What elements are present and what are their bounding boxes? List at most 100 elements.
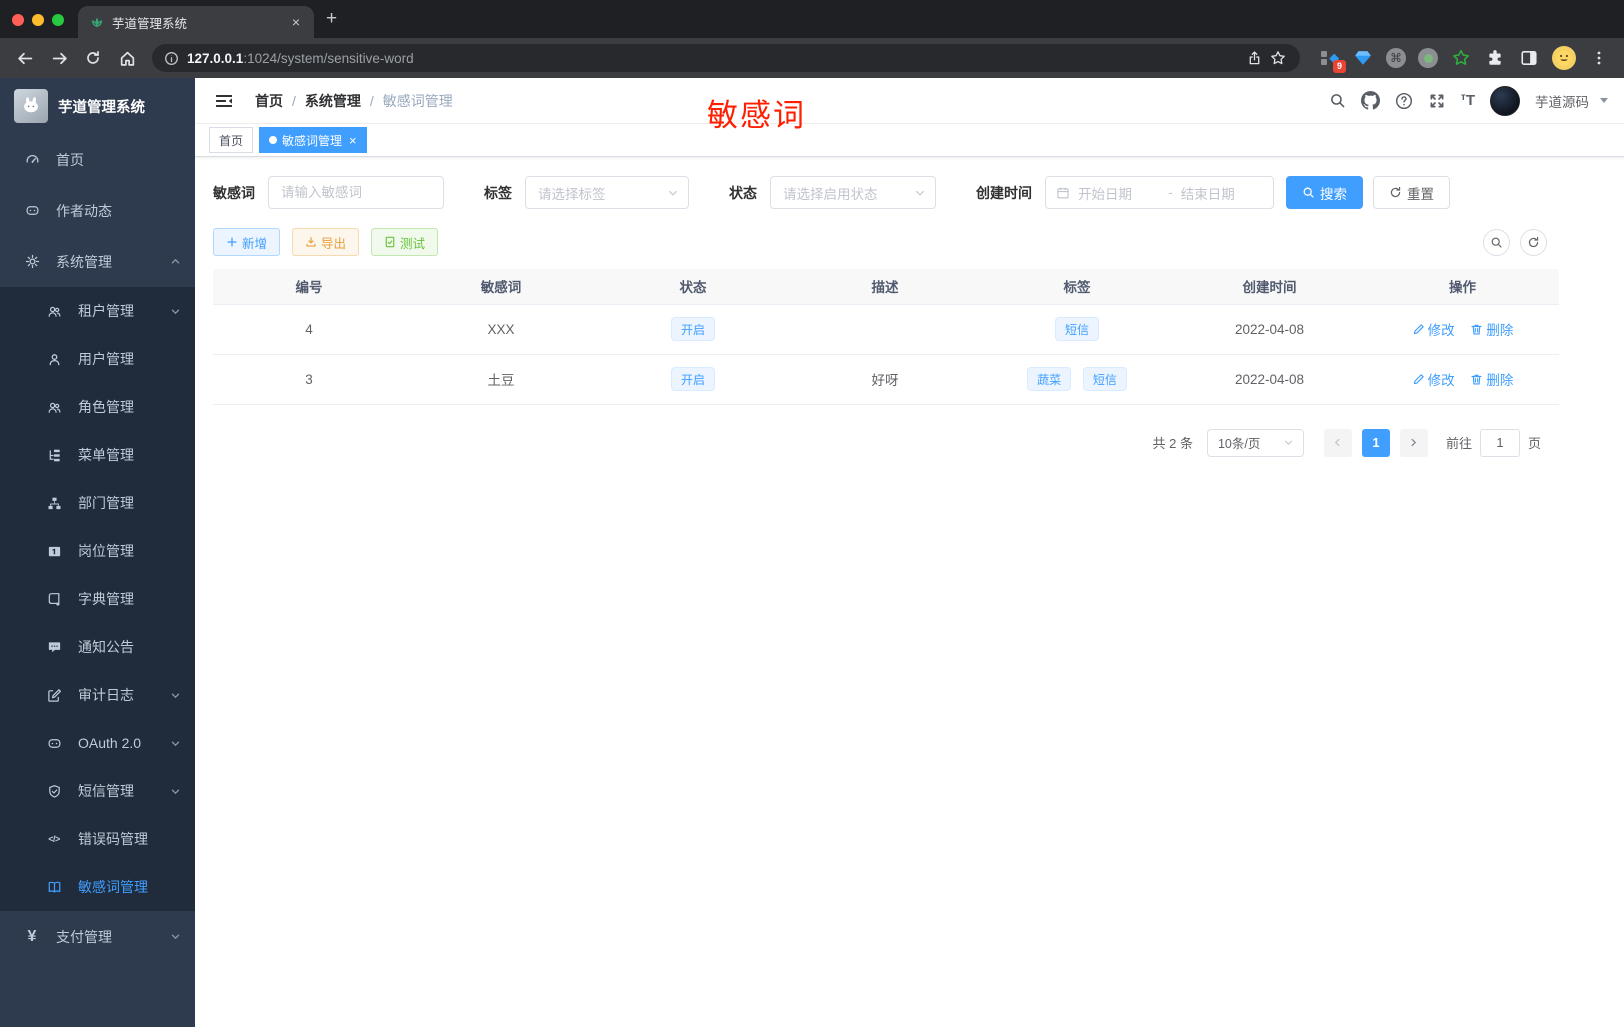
tag-sensitive-word[interactable]: 敏感词管理 × [259,127,367,153]
sidebar-item-audit-log[interactable]: 审计日志 [0,671,195,719]
sidebar-item-label: 用户管理 [78,351,134,367]
command-extension-icon[interactable]: ⌘ [1386,48,1406,68]
sidebar-item-menu[interactable]: 菜单管理 [0,431,195,479]
page-content: 敏感词 标签 请选择标签 状态 请选择启用状态 [195,157,1559,457]
goto-page-input[interactable] [1479,428,1520,457]
bookmark-star-icon[interactable] [1266,46,1290,70]
sidebar-item-error-code[interactable]: </> 错误码管理 [0,815,195,863]
sidebar-item-tenant[interactable]: 租户管理 [0,287,195,335]
back-icon[interactable] [10,43,40,73]
reset-button[interactable]: 重置 [1373,176,1450,209]
sidebar-item-label: 错误码管理 [78,831,148,847]
github-icon[interactable] [1360,91,1380,110]
site-info-icon[interactable] [164,51,179,66]
col-tags: 标签 [981,269,1173,305]
sidebar-item-user[interactable]: 用户管理 [0,335,195,383]
forward-icon[interactable] [44,43,74,73]
show-search-icon[interactable] [1483,228,1510,256]
delete-link[interactable]: 删除 [1470,369,1513,389]
edit-link[interactable]: 修改 [1412,369,1455,389]
export-button[interactable]: 导出 [292,228,360,256]
shield-check-icon [46,784,62,799]
tag-select[interactable]: 请选择标签 [525,176,689,209]
browser-tab[interactable]: 芋道管理系统 × [78,6,314,38]
url-text[interactable]: 127.0.0.1:1024/system/sensitive-word [187,51,1242,66]
end-date-placeholder[interactable]: 结束日期 [1181,183,1263,203]
sidebar-item-notice[interactable]: 通知公告 [0,623,195,671]
cell-description [789,304,981,355]
keyword-input[interactable] [269,177,443,208]
sidebar-item-author-news[interactable]: 作者动态 [0,185,195,236]
edit-note-icon [46,688,62,703]
sidebar-item-system[interactable]: 系统管理 [0,236,195,287]
users-icon [46,400,62,415]
sidebar-item-oauth[interactable]: OAuth 2.0 [0,719,195,767]
goto-label: 前往 [1445,436,1472,451]
tab-close-icon[interactable]: × [288,14,304,30]
page-number-1[interactable]: 1 [1361,428,1390,457]
status-select[interactable]: 请选择启用状态 [770,176,936,209]
tag-close-icon[interactable]: × [347,133,357,148]
user-menu-caret-icon[interactable] [1600,98,1608,103]
minimize-window-button[interactable] [32,14,44,26]
sidebar-collapse-icon[interactable] [209,87,239,115]
sidebar-item-home[interactable]: 首页 [0,134,195,185]
close-window-button[interactable] [12,14,24,26]
cell-word: 土豆 [405,354,597,405]
rabbit-logo-icon [14,89,48,123]
chat-robot-icon [46,736,62,751]
breadcrumb-system[interactable]: 系统管理 [305,91,361,111]
sidebar-item-label: 菜单管理 [78,447,134,463]
tag-home[interactable]: 首页 [209,127,254,153]
yen-icon: ¥ [27,927,37,945]
puzzle-extensions-icon[interactable] [1484,47,1506,69]
profile-avatar-icon[interactable] [1552,46,1576,70]
new-tab-button[interactable]: + [314,8,351,38]
search-button[interactable]: 搜索 [1286,176,1363,209]
side-panel-icon[interactable] [1518,47,1540,69]
extension-grid-icon[interactable]: 9 [1318,47,1346,73]
sidebar-item-sensitive-word[interactable]: 敏感词管理 [0,863,195,911]
edit-link[interactable]: 修改 [1412,319,1455,339]
window-controls[interactable] [0,14,78,38]
green-star-extension-icon[interactable] [1450,47,1472,69]
delete-link[interactable]: 删除 [1470,319,1513,339]
tag-badge: 短信 [1054,317,1099,341]
home-icon[interactable] [112,43,142,73]
sidebar-item-label: 角色管理 [78,399,134,415]
sidebar-item-dict[interactable]: 字典管理 [0,575,195,623]
dictionary-book-icon [46,592,62,607]
address-bar[interactable]: 127.0.0.1:1024/system/sensitive-word [152,44,1300,72]
prev-page-button[interactable] [1323,428,1352,457]
fullscreen-icon[interactable] [1428,92,1446,110]
font-size-icon[interactable]: тT [1461,92,1475,109]
reload-icon[interactable] [78,43,108,73]
help-icon[interactable] [1395,92,1413,110]
search-icon[interactable] [1329,92,1346,109]
tab-title: 芋道管理系统 [112,16,188,31]
next-page-button[interactable] [1399,428,1428,457]
browser-menu-icon[interactable] [1588,47,1610,69]
start-date-placeholder[interactable]: 开始日期 [1078,183,1160,203]
date-range-picker[interactable]: 开始日期 - 结束日期 [1045,176,1274,209]
maximize-window-button[interactable] [52,14,64,26]
extensions-area: 9 ⌘ [1310,46,1614,73]
page-size-select[interactable]: 10条/页 [1206,428,1304,457]
total-count: 共 2 条 [1152,436,1193,451]
user-avatar[interactable] [1490,85,1520,116]
share-icon[interactable] [1242,46,1266,70]
sidebar-item-sms[interactable]: 短信管理 [0,767,195,815]
sidebar-item-payment[interactable]: ¥ 支付管理 [0,911,195,962]
dot-extension-icon[interactable] [1418,48,1438,68]
tag-label: 标签 [484,184,512,201]
refresh-icon[interactable] [1520,228,1547,256]
user-name[interactable]: 芋道源码 [1535,91,1589,111]
test-button[interactable]: 测试 [371,228,439,256]
gem-extension-icon[interactable] [1352,47,1374,69]
add-button[interactable]: 新增 [213,228,281,256]
sidebar-item-role[interactable]: 角色管理 [0,383,195,431]
sidebar-item-dept[interactable]: 部门管理 [0,479,195,527]
sidebar-logo[interactable]: 芋道管理系统 [0,78,195,134]
sidebar-item-post[interactable]: 岗位管理 [0,527,195,575]
breadcrumb-home[interactable]: 首页 [255,91,283,111]
